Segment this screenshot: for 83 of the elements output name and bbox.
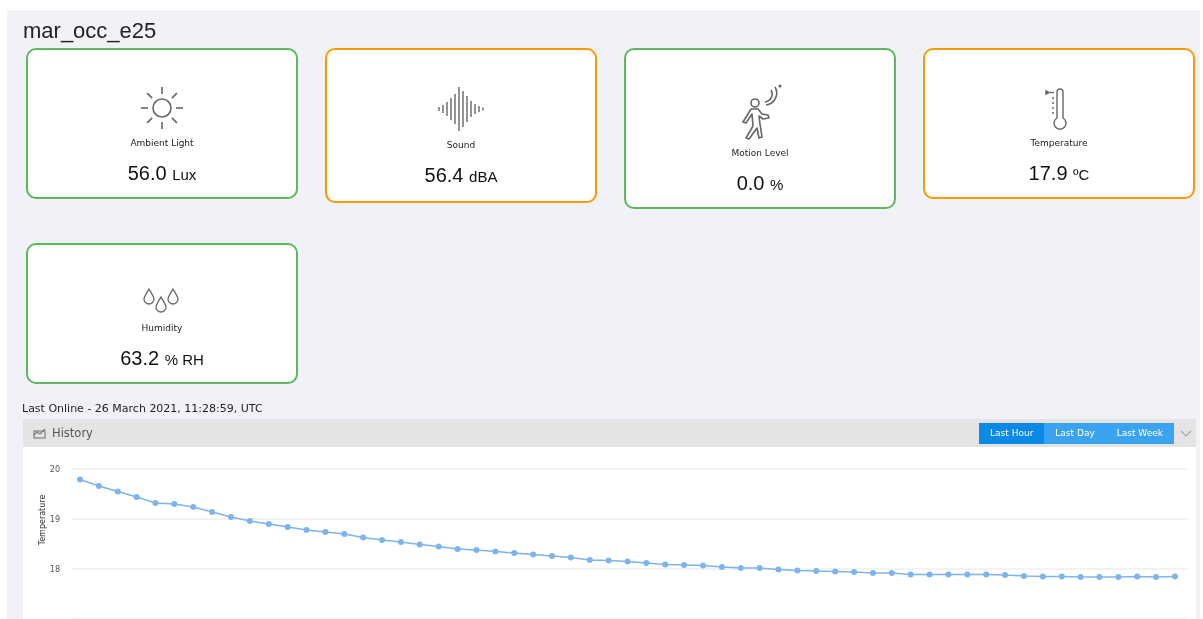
sensor-label: Ambient Light xyxy=(130,138,194,148)
data-point xyxy=(605,557,612,564)
sound-wave-icon xyxy=(436,84,486,134)
sensor-value: 63.2 % RH xyxy=(120,347,204,370)
sensor-label: Sound xyxy=(446,140,476,150)
data-point xyxy=(379,537,386,543)
data-point xyxy=(775,566,782,573)
sensor-value: 17.9 ºC xyxy=(1028,162,1090,185)
data-point xyxy=(360,534,367,541)
sun-icon xyxy=(138,84,186,132)
sensor-value: 0.0 % xyxy=(736,172,784,195)
data-point xyxy=(492,548,499,555)
time-range-tab[interactable]: Last Day xyxy=(1044,422,1106,444)
data-point xyxy=(869,570,876,576)
data-point xyxy=(964,571,971,578)
data-point xyxy=(643,560,650,566)
data-point xyxy=(737,565,744,571)
data-point xyxy=(171,501,178,507)
data-point xyxy=(662,561,669,568)
time-range-tab[interactable]: Last Hour xyxy=(979,422,1045,444)
data-point xyxy=(454,546,461,552)
last-online-text: Last Online - 26 March 2021, 11:28:59, UTC xyxy=(22,402,264,415)
data-point xyxy=(851,569,858,575)
data-point xyxy=(907,571,914,578)
data-point xyxy=(209,509,216,515)
sensor-label: Motion Level xyxy=(731,148,789,158)
sensor-value: 56.4 dBA xyxy=(424,164,498,187)
data-point xyxy=(133,494,140,500)
data-point xyxy=(549,553,555,559)
data-point xyxy=(228,514,235,520)
data-point xyxy=(114,488,121,495)
data-point xyxy=(926,571,933,578)
device-title: mar_occ_e25 xyxy=(23,17,158,45)
data-point xyxy=(567,554,574,561)
data-point xyxy=(511,550,518,556)
data-point xyxy=(832,568,839,575)
data-point xyxy=(95,483,102,489)
data-point xyxy=(1077,574,1084,580)
data-point xyxy=(435,543,442,550)
data-point xyxy=(190,504,197,510)
y-tick-label: 20 xyxy=(49,465,60,474)
data-point xyxy=(983,571,990,578)
data-point xyxy=(1153,574,1160,580)
data-point xyxy=(265,521,272,527)
data-point xyxy=(700,562,706,569)
sensor-label: Temperature xyxy=(1030,138,1088,148)
data-point xyxy=(586,557,593,563)
data-point xyxy=(473,547,480,553)
data-point xyxy=(416,541,423,548)
data-point xyxy=(1172,573,1178,580)
data-point xyxy=(284,524,291,530)
history-title: History xyxy=(52,426,93,440)
data-point xyxy=(756,565,763,571)
data-point xyxy=(624,558,631,565)
y-tick-label: 19 xyxy=(49,515,60,524)
data-point xyxy=(322,529,329,535)
sensor-label: Humidity xyxy=(141,323,183,333)
data-point xyxy=(945,571,952,578)
data-point xyxy=(77,476,83,483)
data-point xyxy=(530,551,537,558)
y-tick-label: 18 xyxy=(49,565,60,574)
data-point xyxy=(813,568,820,574)
data-point xyxy=(794,567,801,574)
sensor-value: 56.0 Lux xyxy=(127,162,197,185)
data-point xyxy=(1134,573,1141,580)
chevron-down-icon[interactable] xyxy=(1180,429,1192,437)
y-axis-title: Temperature xyxy=(38,494,47,546)
data-point xyxy=(1020,573,1027,579)
data-point xyxy=(888,570,895,576)
data-point xyxy=(303,527,310,533)
data-point xyxy=(246,518,253,524)
data-point xyxy=(681,562,688,568)
time-range-tab[interactable]: Last Week xyxy=(1105,422,1174,444)
data-point xyxy=(152,500,159,506)
data-point xyxy=(1002,572,1009,578)
data-point xyxy=(397,539,404,545)
data-point xyxy=(1039,573,1046,580)
data-point xyxy=(1115,574,1122,580)
data-point xyxy=(341,531,348,537)
data-point xyxy=(718,564,725,570)
data-point xyxy=(1096,574,1103,580)
chart-icon xyxy=(33,427,46,439)
data-point xyxy=(1058,573,1065,580)
